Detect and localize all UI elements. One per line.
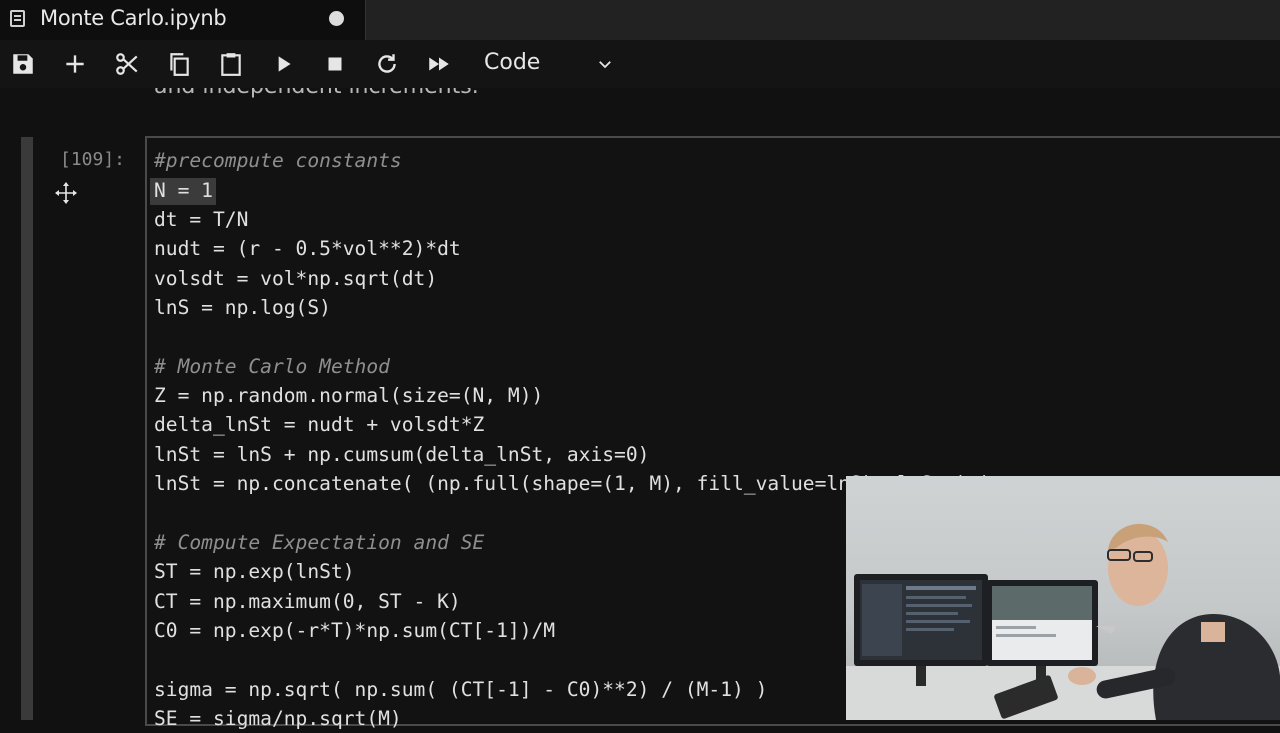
code-line[interactable]: C0 = np.exp(-r*T)*np.sum(CT[-1])/M	[154, 616, 555, 645]
interrupt-button[interactable]	[315, 40, 355, 88]
cell-type-select[interactable]: Code	[484, 50, 540, 75]
code-line[interactable]: lnS = np.log(S)	[154, 293, 331, 322]
move-cursor-icon	[55, 182, 77, 204]
webcam-overlay	[846, 476, 1280, 720]
code-line[interactable]: # Monte Carlo Method	[154, 352, 390, 381]
code-line[interactable]: dt = T/N	[154, 205, 248, 234]
code-line[interactable]: #precompute constants	[154, 146, 402, 175]
code-line[interactable]: lnSt = lnS + np.cumsum(delta_lnSt, axis=…	[154, 440, 649, 469]
code-line[interactable]: # Compute Expectation and SE	[154, 528, 484, 557]
notebook-tab[interactable]: Monte Carlo.ipynb	[0, 0, 366, 40]
save-button[interactable]	[3, 40, 43, 88]
scissors-icon	[116, 53, 138, 75]
save-icon	[13, 54, 33, 74]
code-line[interactable]: nudt = (r - 0.5*vol**2)*dt	[154, 234, 461, 263]
code-line[interactable]: Z = np.random.normal(size=(N, M))	[154, 381, 543, 410]
fast-forward-icon	[429, 57, 449, 71]
code-line[interactable]: volsdt = vol*np.sqrt(dt)	[154, 264, 437, 293]
code-line[interactable]: ST = np.exp(lnSt)	[154, 557, 355, 586]
refresh-icon	[378, 54, 396, 73]
code-line[interactable]: CT = np.maximum(0, ST - K)	[154, 587, 461, 616]
chevron-down-icon[interactable]	[596, 55, 614, 73]
plus-icon	[66, 55, 84, 73]
stop-icon	[328, 57, 342, 71]
copy-icon	[170, 53, 189, 76]
clipboard-icon	[221, 53, 241, 76]
insert-cell-button[interactable]	[55, 40, 95, 88]
execution-count-prompt: [109]:	[60, 149, 126, 170]
tab-title: Monte Carlo.ipynb	[40, 6, 227, 30]
code-line[interactable]: N = 1	[154, 176, 213, 205]
run-all-button[interactable]	[419, 40, 459, 88]
copy-button[interactable]	[159, 40, 199, 88]
unsaved-dot-icon[interactable]	[329, 11, 344, 26]
cut-button[interactable]	[107, 40, 147, 88]
notebook-toolbar	[0, 40, 1280, 88]
presenter-video-image	[846, 523, 1280, 720]
play-icon	[278, 56, 291, 72]
code-line[interactable]: delta_lnSt = nudt + volsdt*Z	[154, 410, 484, 439]
cell-selection-bar[interactable]	[21, 137, 33, 720]
run-button[interactable]	[263, 40, 303, 88]
tab-bar: Monte Carlo.ipynb	[0, 0, 1280, 40]
notebook-icon	[10, 10, 25, 27]
paste-button[interactable]	[211, 40, 251, 88]
code-line[interactable]: SE = sigma/np.sqrt(M)	[154, 704, 402, 733]
code-line[interactable]: sigma = np.sqrt( np.sum( (CT[-1] - C0)**…	[154, 675, 767, 704]
restart-button[interactable]	[367, 40, 407, 88]
